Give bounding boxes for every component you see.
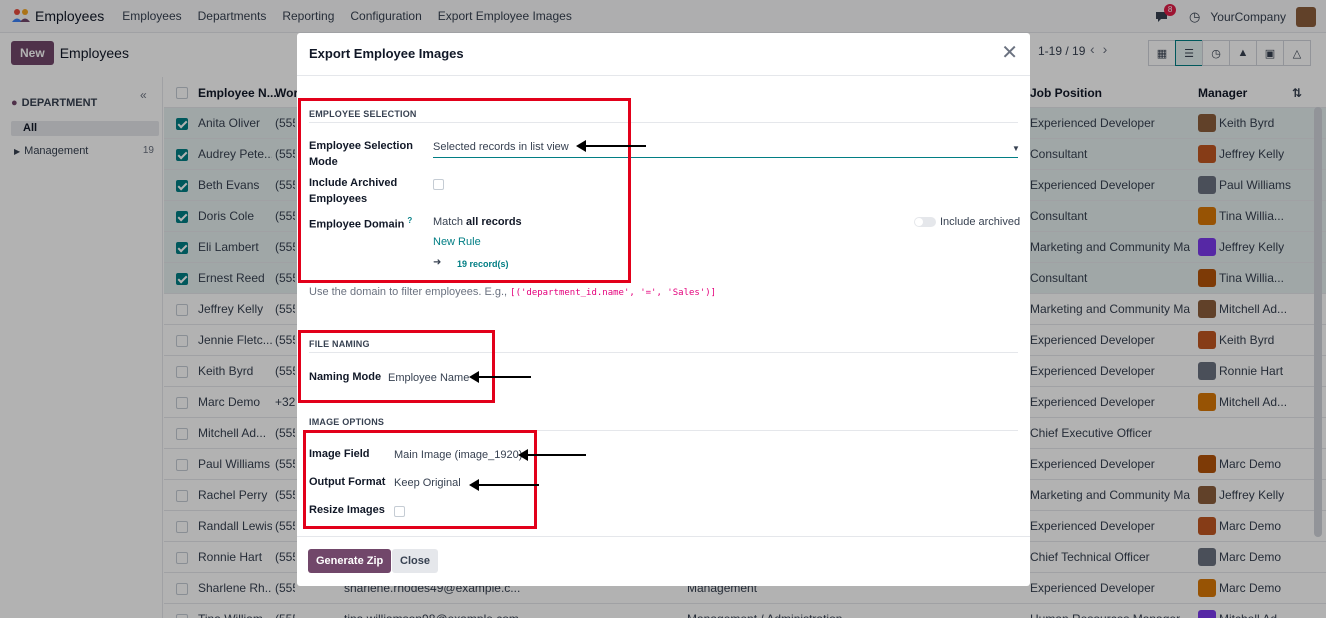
dialog-title: Export Employee Images — [309, 46, 464, 61]
close-icon[interactable]: ✕ — [1001, 43, 1018, 63]
section-image-options: IMAGE OPTIONS — [309, 417, 385, 427]
close-button[interactable]: Close — [392, 549, 438, 573]
annotation-arrow — [469, 479, 539, 491]
annotation-box-employee-selection — [298, 98, 631, 283]
annotation-arrow — [469, 371, 531, 383]
include-archived-toggle-label: Include archived — [940, 216, 1021, 228]
domain-hint-text: Use the domain to filter employees. E.g.… — [309, 286, 508, 298]
caret-down-icon[interactable]: ▼ — [1012, 144, 1020, 153]
include-archived-toggle[interactable] — [914, 217, 936, 227]
annotation-box-file-naming — [298, 330, 495, 403]
annotation-arrow — [576, 140, 646, 152]
dialog-footer-divider — [297, 536, 1030, 537]
domain-hint: Use the domain to filter employees. E.g.… — [309, 286, 716, 298]
annotation-box-image-options — [303, 430, 537, 529]
annotation-arrow — [518, 449, 586, 461]
generate-zip-button[interactable]: Generate Zip — [308, 549, 392, 573]
dialog-header-divider — [297, 75, 1030, 76]
domain-hint-code: [('department_id.name', '=', 'Sales')] — [510, 288, 717, 298]
